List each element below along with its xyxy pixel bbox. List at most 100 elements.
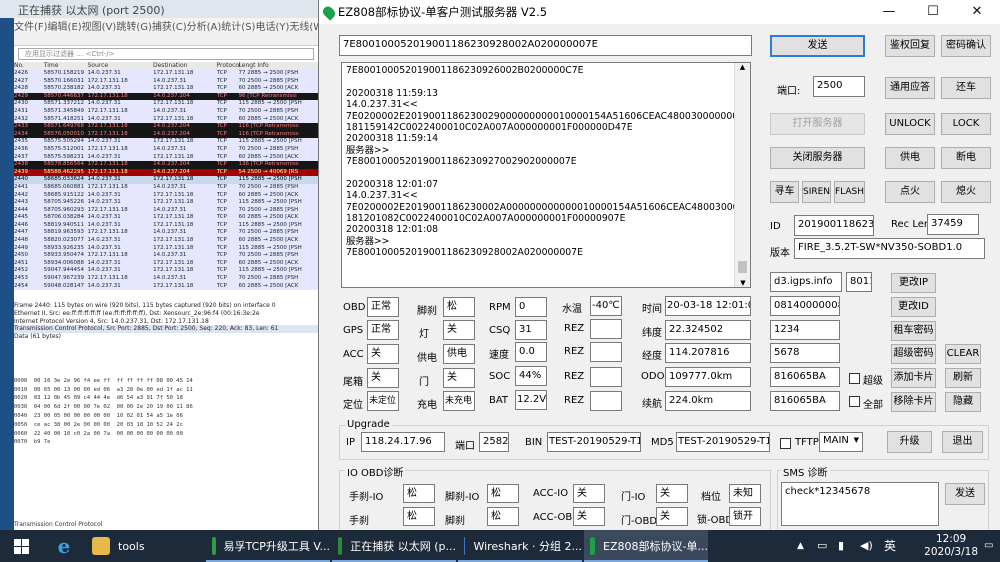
log-scrollbar[interactable]: ▲ ▼ [734,63,750,287]
power-icon[interactable]: ▮ [838,530,844,562]
taskbar-item-capture[interactable]: 正在捕获 以太网 (p... [332,530,456,562]
volume-icon[interactable]: ◀) [860,530,873,562]
packet-row[interactable]: 2433 58571.649768 172.17.131.18 14.0.237.20… [0,123,318,131]
log-textarea[interactable]: 7E800100052019001186230926002B0200000C7E… [341,62,751,288]
wireshark-filter-input[interactable]: 应用显示过滤器 … <Ctrl-/> [18,48,314,60]
packet-row[interactable]: 2428 58570.238182 14.0.237.31 172.17.131.18… [0,85,318,93]
upgrade-button[interactable]: 升级 [887,431,932,453]
lock-button[interactable]: LOCK [941,113,991,135]
close-icon[interactable]: ✕ [955,0,999,24]
exit-button[interactable]: 退出 [942,431,983,453]
domain-port-input[interactable]: 8011 [846,272,872,292]
port-input[interactable]: 2500 [813,76,865,97]
tftp-checkbox[interactable] [780,438,791,449]
packet-row[interactable]: 2435 58575.505294 14.0.237.31 172.17.131.18… [0,138,318,146]
flameout-button[interactable]: 熄火 [941,181,991,203]
packet-row[interactable]: 2434 58576.050010 172.17.131.18 14.0.237.20… [0,130,318,139]
super-key-button[interactable]: 超级密码 [891,344,936,364]
packet-row[interactable]: 2448 58820.023077 14.0.237.31 172.17.131.18… [0,237,318,245]
packet-row[interactable]: 2439 58588.462295 172.17.131.18 14.0.237.20… [0,168,318,177]
close-server-button[interactable]: 关闭服务器 [770,147,865,169]
taskbar-item-wireshark[interactable]: Wireshark · 分组 2... [458,530,582,562]
packet-row[interactable]: 2452 59047.944454 14.0.237.31 172.17.131.18… [0,267,318,276]
packet-row[interactable]: 2436 58575.512001 172.17.131.18 14.0.237.31… [0,145,318,154]
right-field-3[interactable]: 5678 [770,343,840,363]
wireshark-menu[interactable]: 文件(F)编辑(E)视图(V)跳转(G)捕获(C)分析(A)统计(S)电话(Y)… [0,18,318,32]
detail-line[interactable]: Internet Protocol Version 4, Src: 14.0.2… [14,318,318,326]
version-input[interactable]: FIRE_3.5.2T-SW*NV350-SOBD1.0 [794,238,985,259]
sms-send-button[interactable]: 发送 [945,483,985,505]
col-info[interactable]: Lengt Info [239,62,318,70]
send-button[interactable]: 发送 [770,35,865,57]
col-destination[interactable]: Destination [153,62,217,70]
upgrade-ip-input[interactable]: 118.24.17.96 [361,432,445,452]
wireshark-toolbar[interactable] [14,32,318,46]
find-car-button[interactable]: 寻车 [770,181,799,203]
all-checkbox[interactable] [849,396,860,407]
open-server-button[interactable]: 打开服务器 [770,113,865,135]
packet-row[interactable]: 2447 58819.963593 172.17.131.18 14.0.237.31… [0,229,318,238]
right-field-4[interactable]: 816065BA [770,367,840,387]
detail-line[interactable]: Frame 2440: 115 bytes on wire (920 bits)… [14,302,318,310]
power-off-button[interactable]: 断电 [941,147,991,169]
start-button[interactable] [0,530,42,562]
col-time[interactable]: Time [44,62,88,70]
detail-line[interactable]: Transmission Control Protocol, Src Port:… [14,325,318,334]
packet-row[interactable]: 2432 58571.418251 14.0.237.31 172.17.131.18… [0,115,318,124]
main-select[interactable]: MAIN ▼ [819,432,863,452]
scroll-thumb[interactable] [738,261,747,273]
ignite-button[interactable]: 点火 [885,181,935,203]
chevron-down-icon[interactable]: ▼ [854,436,859,444]
reclen-input[interactable]: 37459 [927,214,979,235]
wireshark-title[interactable]: 正在捕获 以太网 (port 2500) [0,0,318,18]
detail-line[interactable]: Ethernet II, Src: ee:ff:ff:ff:ff:ff (ee:… [14,310,318,318]
send-input[interactable]: 7E800100052019001186230928002A020000007E [339,35,752,56]
packet-row[interactable]: 2440 58685.033624 14.0.237.31 172.17.131.18… [0,176,318,184]
bin-input[interactable]: TEST-20190529-T1.0 [547,432,641,452]
scroll-up-icon[interactable]: ▲ [735,63,750,75]
return-car-button[interactable]: 还车 [941,77,991,99]
unlock-button[interactable]: UNLOCK [885,113,935,135]
notification-icon[interactable]: ▭ [984,530,993,562]
packet-row[interactable]: 2445 58706.038284 14.0.237.31 172.17.131.18… [0,214,318,222]
taskbar-item-ez808[interactable]: EZ808部标协议-单... [584,530,708,562]
packet-row[interactable]: 2451 58934.006088 14.0.237.31 172.17.131.18… [0,259,318,268]
packet-row[interactable]: 2454 59048.028147 14.0.237.31 172.17.131.18… [0,282,318,291]
packet-row[interactable]: 2426 58570.158219 14.0.237.31 172.17.131.18… [0,70,318,78]
auth-reply-button[interactable]: 鉴权回复 [885,35,935,57]
packet-row[interactable]: 2449 58933.926235 14.0.237.31 172.17.131.18… [0,244,318,253]
super-checkbox[interactable] [849,373,860,384]
packet-row[interactable]: 2431 58571.345849 172.17.131.18 14.0.237.31… [0,107,318,116]
app-titlebar[interactable]: EZ808部标协议-单客户测试服务器 V2.5 — ☐ ✕ [319,0,1000,24]
detail-line[interactable]: Data (61 bytes) [14,333,318,341]
taskbar-clock[interactable]: 12:09 2020/3/18 [924,533,978,559]
chevron-up-icon[interactable]: ▲ [797,530,804,562]
packet-row[interactable]: 2438 58578.856564 172.17.131.18 14.0.237.20… [0,161,318,169]
minimize-icon[interactable]: — [867,0,911,24]
packet-bytes[interactable]: 0000 00 16 3e 2e 96 f4 ee ff ff ff ff ff… [14,368,318,465]
refresh-button[interactable]: 刷新 [945,368,981,388]
upgrade-port-input[interactable]: 2582 [479,432,509,452]
change-ip-button[interactable]: 更改IP [891,273,936,293]
right-field-1[interactable]: 081400000086 [770,296,840,316]
packet-row[interactable]: 2446 58819.940511 14.0.237.31 172.17.131.18… [0,221,318,230]
taskbar-item-tools[interactable]: tools [86,530,204,562]
packet-row[interactable]: 2437 58575.598231 14.0.237.31 172.17.131.18… [0,153,318,162]
packet-row[interactable]: 2441 58685.060881 172.17.131.18 14.0.237.31… [0,183,318,192]
maximize-icon[interactable]: ☐ [911,0,955,24]
right-field-2[interactable]: 1234 [770,320,840,340]
remove-card-button[interactable]: 移除卡片 [891,392,936,412]
flash-button[interactable]: FLASH [834,181,865,203]
packet-list[interactable]: 2426 58570.158219 14.0.237.31 172.17.131.18… [0,70,318,291]
domain-input[interactable]: d3.igps.info [770,272,842,292]
packet-row[interactable]: 2429 58570.446637 172.17.131.18 14.0.237.20… [0,92,318,101]
siren-button[interactable]: SIREN [802,181,831,203]
col-protocol[interactable]: Protocol [217,62,241,70]
packet-row[interactable]: 2442 58685.915122 14.0.237.31 172.17.131.18… [0,191,318,200]
packet-row[interactable]: 2430 58571.337212 14.0.237.31 172.17.131.18… [0,100,318,108]
packet-details[interactable]: Frame 2440: 115 bytes on wire (920 bits)… [14,302,318,341]
add-card-button[interactable]: 添加卡片 [891,368,936,388]
packet-row[interactable]: 2443 58705.945226 14.0.237.31 172.17.131.18… [0,199,318,207]
ime-language[interactable]: 英 [884,530,896,562]
col-no[interactable]: No. [14,62,44,70]
